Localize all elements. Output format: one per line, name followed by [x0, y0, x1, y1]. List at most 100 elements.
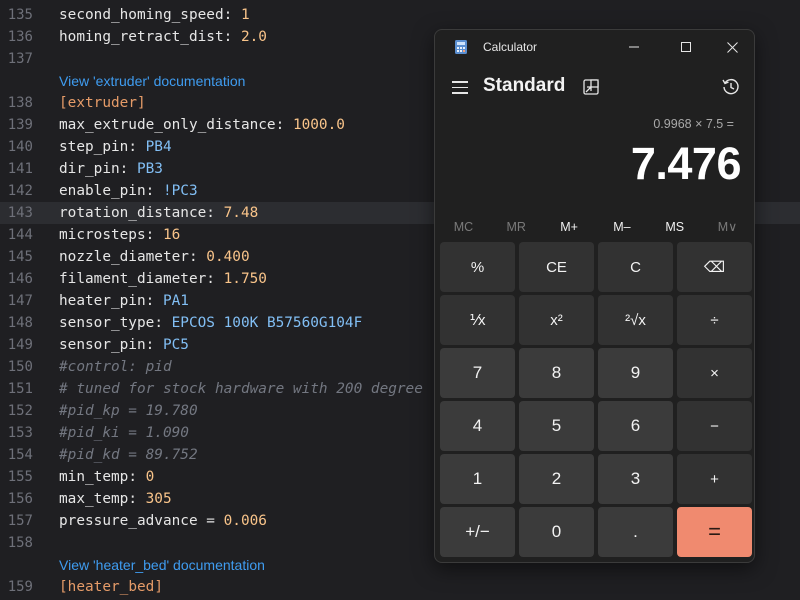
config-value: PA1: [162, 293, 189, 309]
memory-button-1[interactable]: MR: [490, 214, 543, 240]
config-key: max_temp: [59, 491, 129, 507]
history-icon[interactable]: [721, 77, 741, 97]
config-value: 1: [240, 7, 250, 23]
key-reciprocal-button[interactable]: ⅟x: [440, 295, 515, 345]
key-subtract-button[interactable]: −: [677, 401, 752, 451]
documentation-link[interactable]: View 'heater_bed' documentation: [59, 554, 265, 576]
key-negate-button[interactable]: +/−: [440, 507, 515, 557]
config-value: !PC3: [162, 183, 198, 199]
key-0-button[interactable]: 0: [519, 507, 594, 557]
key-6-button[interactable]: 6: [598, 401, 673, 451]
config-value: 1.750: [223, 271, 267, 287]
code-line[interactable]: 159 [heater_bed]: [0, 576, 800, 598]
config-separator: :: [128, 139, 146, 155]
line-number: 155: [7, 469, 33, 485]
line-number: 138: [7, 95, 33, 111]
code-line[interactable]: 135 second_homing_speed: 1: [0, 4, 800, 26]
config-key: filament_diameter: [59, 271, 207, 287]
memory-button-0[interactable]: MC: [437, 214, 490, 240]
documentation-link[interactable]: View 'extruder' documentation: [59, 70, 245, 92]
comment-text: # tuned for stock hardware with 200 degr…: [59, 381, 423, 397]
config-separator: :: [145, 337, 163, 353]
config-separator: :: [206, 271, 224, 287]
key-4-button[interactable]: 4: [440, 401, 515, 451]
config-value: 2.0: [240, 29, 267, 45]
keep-on-top-icon[interactable]: [582, 78, 600, 96]
close-button[interactable]: [720, 36, 744, 58]
key-multiply-button[interactable]: ×: [677, 348, 752, 398]
key-clear-entry-button[interactable]: CE: [519, 242, 594, 292]
config-separator: :: [145, 293, 163, 309]
config-entry: homing_retract_dist: 2.0: [59, 26, 267, 48]
line-number: 158: [7, 535, 33, 551]
config-value: PC5: [162, 337, 189, 353]
config-value: 16: [162, 227, 181, 243]
key-7-button[interactable]: 7: [440, 348, 515, 398]
config-separator: =: [197, 513, 224, 529]
memory-button-2[interactable]: M+: [543, 214, 596, 240]
key-3-button[interactable]: 3: [598, 454, 673, 504]
line-number: 137: [7, 51, 33, 67]
calculator-app-icon: [455, 40, 467, 54]
line-number: 146: [7, 271, 33, 287]
line-number: 140: [7, 139, 33, 155]
close-icon: [726, 41, 738, 53]
config-separator: :: [128, 469, 146, 485]
key-backspace-button[interactable]: ⌫: [677, 242, 752, 292]
memory-button-5[interactable]: M∨: [701, 214, 754, 240]
config-separator: :: [119, 161, 137, 177]
memory-button-4[interactable]: MS: [648, 214, 701, 240]
line-number: 141: [7, 161, 33, 177]
config-separator: :: [223, 7, 241, 23]
window-title: Calculator: [483, 40, 538, 54]
line-number: 154: [7, 447, 33, 463]
line-number: 144: [7, 227, 33, 243]
config-entry: enable_pin: !PC3: [59, 180, 198, 202]
config-key: second_homing_speed: [59, 7, 224, 23]
comment-text: #control: pid: [59, 359, 172, 375]
config-key: homing_retract_dist: [59, 29, 224, 45]
line-number: 143: [7, 205, 33, 221]
config-separator: :: [145, 183, 163, 199]
key-5-button[interactable]: 5: [519, 401, 594, 451]
key-1-button[interactable]: 1: [440, 454, 515, 504]
key-square-button[interactable]: x²: [519, 295, 594, 345]
minimize-button[interactable]: [622, 36, 646, 58]
line-number: 148: [7, 315, 33, 331]
key-decimal-button[interactable]: .: [598, 507, 673, 557]
memory-row: MC MR M+ M– MS M∨: [437, 214, 754, 240]
maximize-button[interactable]: [674, 36, 698, 58]
config-value: 7.48: [223, 205, 259, 221]
config-entry: rotation_distance: 7.48: [59, 202, 258, 224]
config-value: 0: [145, 469, 155, 485]
section-header: [extruder]: [59, 95, 146, 111]
key-add-button[interactable]: +: [677, 454, 752, 504]
config-key: min_temp: [59, 469, 129, 485]
line-number: 139: [7, 117, 33, 133]
key-2-button[interactable]: 2: [519, 454, 594, 504]
title-bar[interactable]: Calculator: [435, 30, 754, 64]
menu-hamburger-icon[interactable]: [452, 81, 468, 95]
line-number: 149: [7, 337, 33, 353]
config-separator: :: [223, 29, 241, 45]
config-entry: max_extrude_only_distance: 1000.0: [59, 114, 345, 136]
key-8-button[interactable]: 8: [519, 348, 594, 398]
config-key: pressure_advance: [59, 513, 198, 529]
line-number: 150: [7, 359, 33, 375]
key-divide-button[interactable]: ÷: [677, 295, 752, 345]
section-header: [heater_bed]: [59, 579, 163, 595]
key-9-button[interactable]: 9: [598, 348, 673, 398]
key-equals-button[interactable]: =: [677, 507, 752, 557]
memory-button-3[interactable]: M–: [595, 214, 648, 240]
comment-text: #pid_kd = 89.752: [59, 447, 198, 463]
config-entry: second_homing_speed: 1: [59, 4, 250, 26]
line-number: 152: [7, 403, 33, 419]
key-square-root-button[interactable]: ²√x: [598, 295, 673, 345]
key-clear-button[interactable]: C: [598, 242, 673, 292]
config-key: sensor_pin: [59, 337, 146, 353]
line-number: 157: [7, 513, 33, 529]
key-percent-button[interactable]: %: [440, 242, 515, 292]
config-entry: sensor_pin: PC5: [59, 334, 189, 356]
config-key: step_pin: [59, 139, 129, 155]
calculator-window[interactable]: Calculator Standard 0.9968 × 7.5 = 7.476…: [434, 29, 755, 563]
